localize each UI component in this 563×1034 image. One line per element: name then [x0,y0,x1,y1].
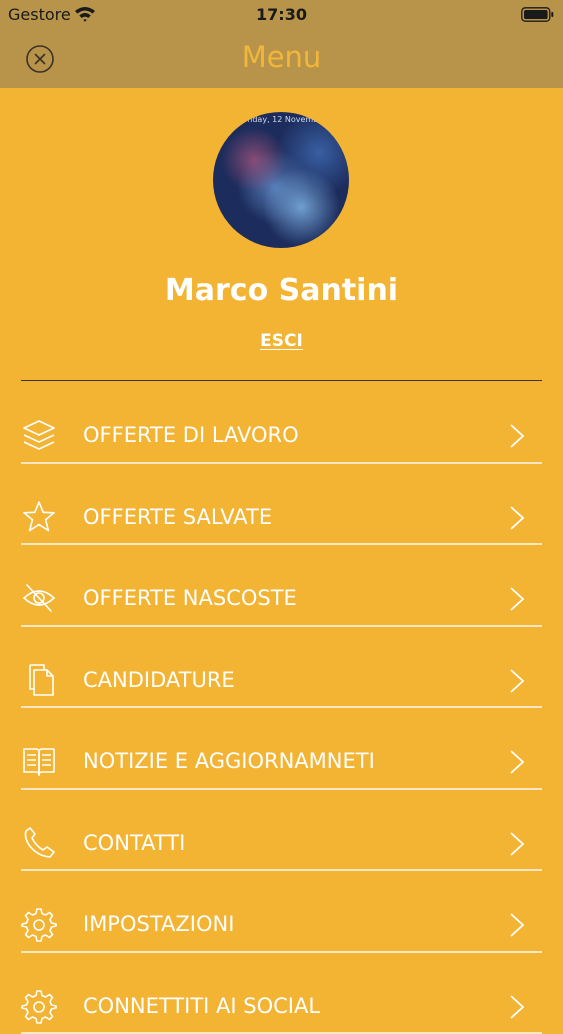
documents-icon [21,662,57,698]
avatar: Monday, 12 November [213,112,349,248]
phone-icon [21,825,57,861]
chevron-right-icon [506,585,528,613]
page-title: Menu [0,40,563,74]
divider [21,380,542,381]
chevron-right-icon [506,830,528,858]
menu-item-label: CONTATTI [83,831,185,855]
menu-item-hidden-offers[interactable]: OFFERTE NASCOSTE [0,545,563,627]
eye-off-icon [21,580,57,616]
menu-item-label: OFFERTE NASCOSTE [83,586,297,610]
menu-item-news[interactable]: NOTIZIE E AGGIORNAMNETI [0,708,563,790]
avatar-caption: Monday, 12 November [213,115,349,124]
battery-icon [521,7,554,22]
menu-list: OFFERTE DI LAVORO OFFERTE SALVATE OFFERT… [0,382,563,1034]
gear-icon [21,988,57,1024]
menu-item-applications[interactable]: CANDIDATURE [0,627,563,709]
menu-item-label: CONNETTITI AI SOCIAL [83,994,320,1018]
menu-item-job-offers[interactable]: OFFERTE DI LAVORO [0,382,563,464]
user-name: Marco Santini [0,273,563,308]
gear-icon [21,906,57,942]
menu-item-contacts[interactable]: CONTATTI [0,790,563,872]
chevron-right-icon [506,748,528,776]
chevron-right-icon [506,667,528,695]
layers-icon [21,417,57,453]
navigation-bar: Menu [0,32,563,88]
menu-item-label: OFFERTE DI LAVORO [83,423,299,447]
logout-label: ESCI [260,331,303,351]
menu-item-label: CANDIDATURE [83,668,235,692]
star-icon [21,499,57,535]
logout-link[interactable]: ESCI [0,331,563,351]
status-time: 17:30 [0,5,563,24]
chevron-right-icon [506,504,528,532]
chevron-right-icon [506,993,528,1021]
menu-item-label: IMPOSTAZIONI [83,912,234,936]
menu-item-social[interactable]: CONNETTITI AI SOCIAL [0,953,563,1034]
menu-item-label: OFFERTE SALVATE [83,505,272,529]
chevron-right-icon [506,422,528,450]
menu-item-saved-offers[interactable]: OFFERTE SALVATE [0,464,563,546]
status-bar: Gestore 17:30 [0,0,563,32]
menu-item-label: NOTIZIE E AGGIORNAMNETI [83,749,375,773]
chevron-right-icon [506,911,528,939]
menu-item-settings[interactable]: IMPOSTAZIONI [0,871,563,953]
book-icon [21,743,57,779]
